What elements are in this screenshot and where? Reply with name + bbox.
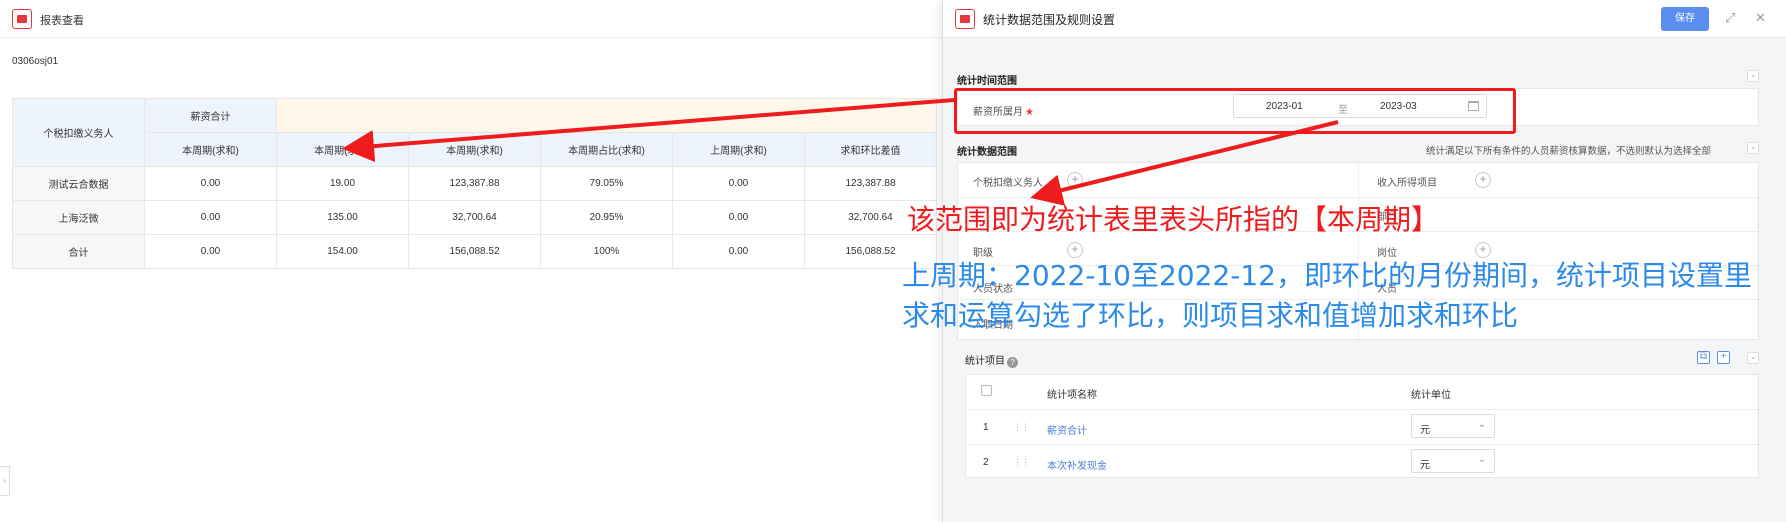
row-name: 上海泛微 — [12, 200, 145, 235]
add-item-icon[interactable]: + — [1717, 351, 1730, 364]
drag-handle-icon[interactable]: ⋮⋮ — [1013, 457, 1030, 468]
table-cell: 123,387.88 — [804, 166, 937, 201]
row-number: 2 — [983, 457, 989, 468]
table-row: 测试云合数据 0.00 19.00 123,387.88 79.05% 0.00… — [12, 166, 937, 201]
expand-sidebar-handle[interactable]: › — [0, 466, 10, 496]
chevron-down-icon[interactable]: ⌄ — [1747, 142, 1759, 154]
group-header-blank — [276, 98, 937, 133]
group-header: 薪资合计 — [144, 98, 277, 133]
report-view-title: 报表查看 — [40, 15, 84, 27]
report-table: 个税扣缴义务人 薪资合计 本周期(求和) 本周期(求和) 本周期(求和) 本周期… — [12, 98, 937, 269]
table-cell: 32,700.64 — [408, 200, 541, 235]
settings-app-icon — [955, 9, 975, 29]
drawer-header: 统计数据范围及规则设置 保存 ⤢ ✕ — [943, 0, 1786, 38]
column-header: 上周期(求和) — [672, 132, 805, 167]
col-unit: 统计单位 — [1411, 390, 1451, 401]
chevron-down-icon[interactable]: ⌄ — [1747, 70, 1759, 82]
table-cell: 0.00 — [672, 166, 805, 201]
data-range-hint: 统计满足以下所有条件的人员薪资核算数据，不选则默认为选择全部 — [1426, 146, 1712, 157]
item-name-link[interactable]: 薪资合计 — [1047, 422, 1087, 437]
unit-select-value: 元 — [1420, 460, 1430, 471]
close-icon[interactable]: ✕ — [1755, 10, 1766, 26]
annotation-blue-text: 上周期：2022-10至2022-12，即环比的月份期间，统计项目设置里求和运算… — [902, 259, 1752, 332]
time-range-section-title: 统计时间范围 — [957, 76, 1017, 87]
table-cell: 123,387.88 — [408, 166, 541, 201]
table-cell: 0.00 — [144, 166, 277, 201]
table-cell: 19.00 — [276, 166, 409, 201]
divider — [966, 409, 1758, 410]
report-app-icon — [12, 9, 32, 29]
col-item-name: 统计项名称 — [1047, 390, 1097, 401]
stat-items-section-title: 统计项目? — [965, 352, 1018, 368]
row-header-label: 个税扣缴义务人 — [12, 98, 145, 167]
column-header: 本周期(求和) — [276, 132, 409, 167]
column-header: 本周期占比(求和) — [540, 132, 673, 167]
drag-handle-icon[interactable]: ⋮⋮ — [1013, 422, 1030, 433]
item-name-link[interactable]: 本次补发现金 — [1047, 457, 1107, 472]
table-row: 上海泛微 0.00 135.00 32,700.64 20.95% 0.00 3… — [12, 200, 937, 235]
chevron-down-icon: ⌄ — [1477, 419, 1486, 430]
annotation-red-text: 该范围即为统计表里表头所指的【本周期】 — [907, 203, 1440, 236]
chevron-down-icon[interactable]: ⌄ — [1747, 352, 1759, 364]
report-view-header: 报表查看 — [0, 0, 942, 38]
data-range-section-title: 统计数据范围 — [957, 147, 1017, 158]
table-cell: 100% — [540, 234, 673, 269]
unit-select[interactable]: 元 ⌄ — [1411, 414, 1495, 438]
table-row-total: 合计 0.00 154.00 156,088.52 100% 0.00 156,… — [12, 234, 937, 269]
table-cell: 0.00 — [672, 234, 805, 269]
column-header: 求和环比差值 — [804, 132, 937, 167]
column-header: 本周期(求和) — [144, 132, 277, 167]
table-cell: 135.00 — [276, 200, 409, 235]
row-name: 测试云合数据 — [12, 166, 145, 201]
report-code: 0306osj01 — [12, 56, 59, 67]
fullscreen-icon[interactable]: ⤢ — [1725, 10, 1735, 26]
condition-withholding-agent: 个税扣缴义务人 — [973, 178, 1043, 189]
chevron-down-icon: ⌄ — [1477, 454, 1486, 465]
divider — [966, 444, 1758, 445]
annotation-highlight-box — [954, 88, 1516, 134]
report-view-panel: 报表查看 0306osj01 个税扣缴义务人 薪资合计 本周期(求和) 本周期(… — [0, 0, 942, 522]
add-withholding-agent-icon[interactable]: + — [1067, 172, 1083, 188]
add-income-item-icon[interactable]: + — [1475, 172, 1491, 188]
table-cell: 0.00 — [144, 234, 277, 269]
drawer-title: 统计数据范围及规则设置 — [983, 13, 1116, 27]
table-cell: 20.95% — [540, 200, 673, 235]
row-number: 1 — [983, 422, 989, 433]
column-header: 本周期(求和) — [408, 132, 541, 167]
save-button[interactable]: 保存 — [1661, 7, 1709, 31]
table-cell: 0.00 — [144, 200, 277, 235]
help-icon[interactable]: ? — [1007, 357, 1018, 368]
condition-income-item: 收入所得项目 — [1377, 178, 1437, 189]
table-cell: 79.05% — [540, 166, 673, 201]
copy-item-icon[interactable]: ⧉ — [1697, 351, 1710, 364]
unit-select-value: 元 — [1420, 425, 1430, 436]
unit-select[interactable]: 元 ⌄ — [1411, 449, 1495, 473]
table-cell: 0.00 — [672, 200, 805, 235]
select-all-checkbox[interactable] — [981, 385, 992, 396]
table-cell: 154.00 — [276, 234, 409, 269]
table-cell: 156,088.52 — [408, 234, 541, 269]
row-name: 合计 — [12, 234, 145, 269]
